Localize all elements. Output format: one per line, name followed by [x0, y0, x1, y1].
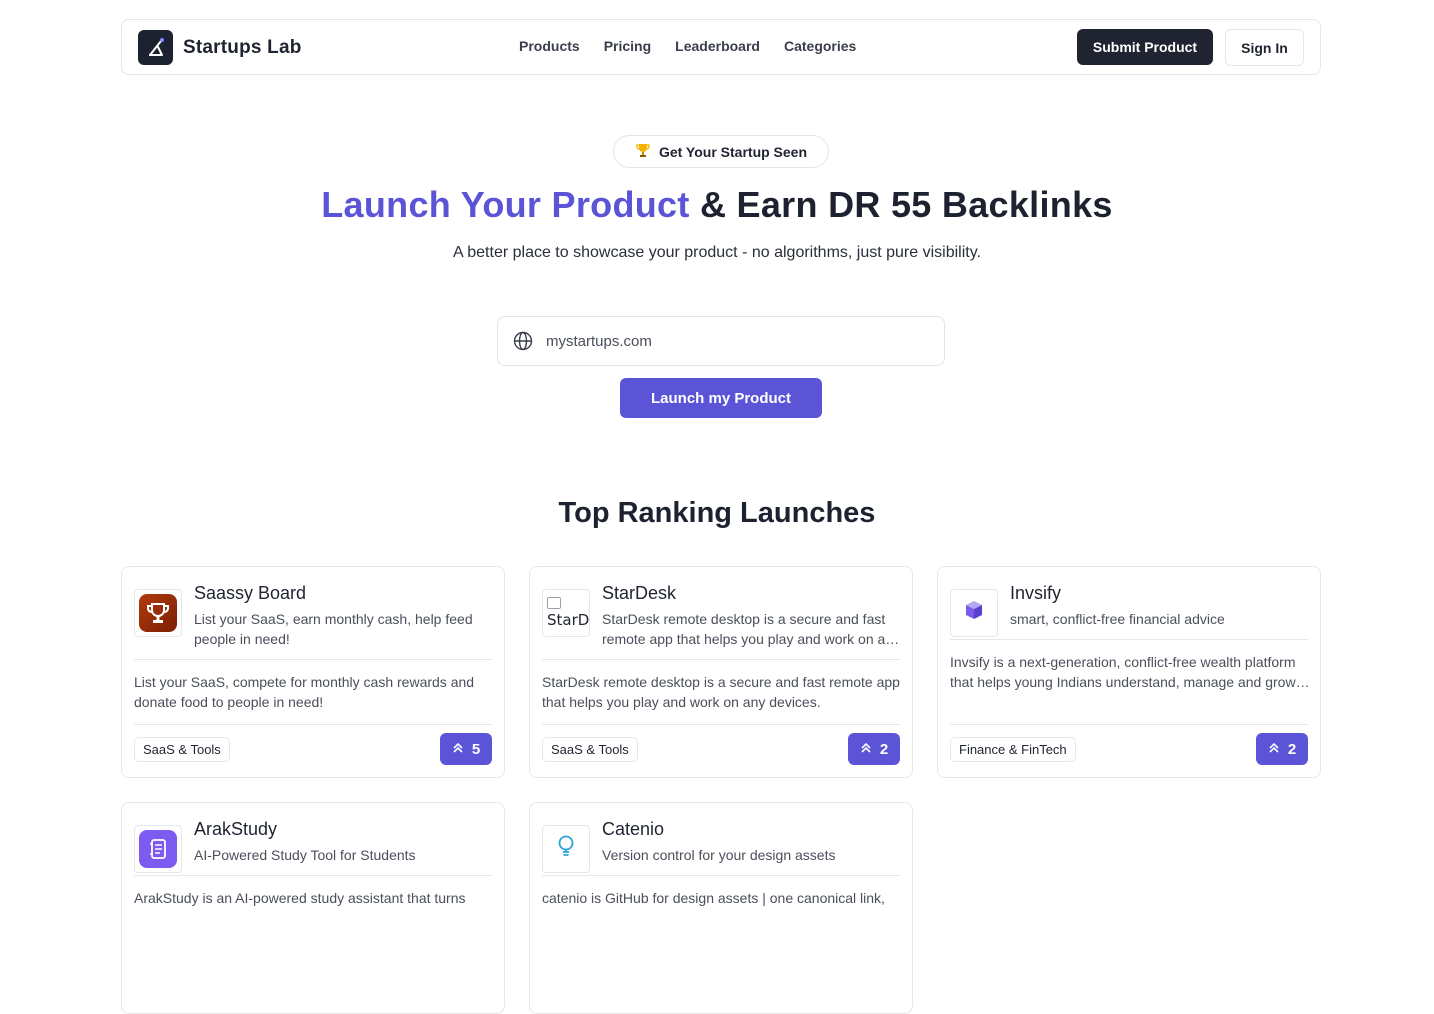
nav-categories[interactable]: Categories: [784, 38, 856, 54]
product-thumbnail: [134, 825, 182, 873]
notebook-icon: [139, 830, 177, 868]
hero-badge: Get Your Startup Seen: [613, 135, 829, 168]
globe-icon: [513, 331, 533, 351]
product-description: Invsify is a next-generation, conflict-f…: [950, 654, 1296, 690]
nav-leaderboard[interactable]: Leaderboard: [675, 38, 760, 54]
trophy-icon: [635, 142, 651, 161]
product-thumbnail: [950, 589, 998, 637]
upvote-count: 2: [879, 740, 889, 758]
product-name[interactable]: StarDesk: [602, 583, 676, 604]
category-tag[interactable]: Finance & FinTech: [950, 737, 1076, 762]
product-tagline: StarDesk remote desktop is a secure and …: [602, 611, 901, 647]
broken-image-icon: StarD: [543, 597, 589, 629]
product-name[interactable]: Saassy Board: [194, 583, 306, 604]
chevrons-up-icon: [452, 741, 464, 758]
divider: [542, 724, 900, 725]
brand-name: Startups Lab: [183, 36, 302, 58]
url-input-box[interactable]: [497, 316, 945, 366]
product-tagline: smart, conflict-free financial advice: [1010, 611, 1225, 627]
upvote-button[interactable]: 2: [1256, 733, 1308, 765]
launch-product-button[interactable]: Launch my Product: [620, 378, 822, 418]
product-description: catenio is GitHub for design assets | on…: [542, 890, 885, 906]
divider: [950, 724, 1308, 725]
upvote-button[interactable]: 5: [440, 733, 492, 765]
category-tag[interactable]: SaaS & Tools: [542, 737, 638, 762]
product-tagline: Version control for your design assets: [602, 847, 836, 863]
product-thumbnail: [542, 825, 590, 873]
product-card-catenio[interactable]: Catenio Version control for your design …: [529, 802, 913, 1014]
bulb-icon: [556, 834, 576, 865]
divider: [134, 875, 492, 876]
top-navbar: Startups Lab Products Pricing Leaderboar…: [121, 19, 1321, 75]
product-name[interactable]: Invsify: [1010, 583, 1061, 604]
divider: [542, 659, 900, 660]
product-tagline: AI-Powered Study Tool for Students: [194, 847, 416, 863]
upvote-button[interactable]: 2: [848, 733, 900, 765]
brand-logo[interactable]: Startups Lab: [138, 30, 302, 65]
hero-title-rest: & Earn DR 55 Backlinks: [689, 184, 1113, 225]
sign-in-button[interactable]: Sign In: [1225, 29, 1304, 66]
trophy-icon: [139, 594, 177, 632]
product-description: StarDesk remote desktop is a secure and …: [542, 674, 900, 710]
section-title: Top Ranking Launches: [558, 497, 876, 529]
nav-pricing[interactable]: Pricing: [604, 38, 651, 54]
divider: [950, 639, 1308, 640]
divider: [542, 875, 900, 876]
divider: [134, 724, 492, 725]
product-card-arakstudy[interactable]: ArakStudy AI-Powered Study Tool for Stud…: [121, 802, 505, 1014]
product-url-input[interactable]: [546, 332, 926, 350]
upvote-count: 5: [471, 740, 481, 758]
nav-products[interactable]: Products: [519, 38, 580, 54]
hero-subtitle: A better place to showcase your product …: [453, 244, 981, 261]
product-name[interactable]: Catenio: [602, 819, 664, 840]
product-description: ArakStudy is an AI-powered study assista…: [134, 890, 466, 906]
product-tagline: List your SaaS, earn monthly cash, help …: [194, 611, 473, 647]
submit-product-button[interactable]: Submit Product: [1077, 29, 1213, 65]
hero-title: Launch Your Product & Earn DR 55 Backlin…: [0, 184, 1434, 226]
product-card-stardesk[interactable]: StarD StarDesk StarDesk remote desktop i…: [529, 566, 913, 778]
product-name[interactable]: ArakStudy: [194, 819, 277, 840]
upvote-count: 2: [1287, 740, 1297, 758]
main-nav: Products Pricing Leaderboard Categories: [519, 38, 856, 54]
flask-icon: [138, 30, 173, 65]
image-alt-text: StarD: [547, 611, 590, 629]
hero-badge-label: Get Your Startup Seen: [658, 143, 808, 160]
hero-title-accent: Launch Your Product: [321, 184, 690, 225]
chevrons-up-icon: [860, 741, 872, 758]
category-tag[interactable]: SaaS & Tools: [134, 737, 230, 762]
divider: [134, 659, 492, 660]
cube-logo-icon: [963, 599, 985, 628]
product-description: List your SaaS, compete for monthly cash…: [134, 674, 475, 710]
chevrons-up-icon: [1268, 741, 1280, 758]
product-thumbnail: [134, 589, 182, 637]
product-card-invsify[interactable]: Invsify smart, conflict-free financial a…: [937, 566, 1321, 778]
product-card-saassy-board[interactable]: Saassy Board List your SaaS, earn monthl…: [121, 566, 505, 778]
product-thumbnail: StarD: [542, 589, 590, 637]
